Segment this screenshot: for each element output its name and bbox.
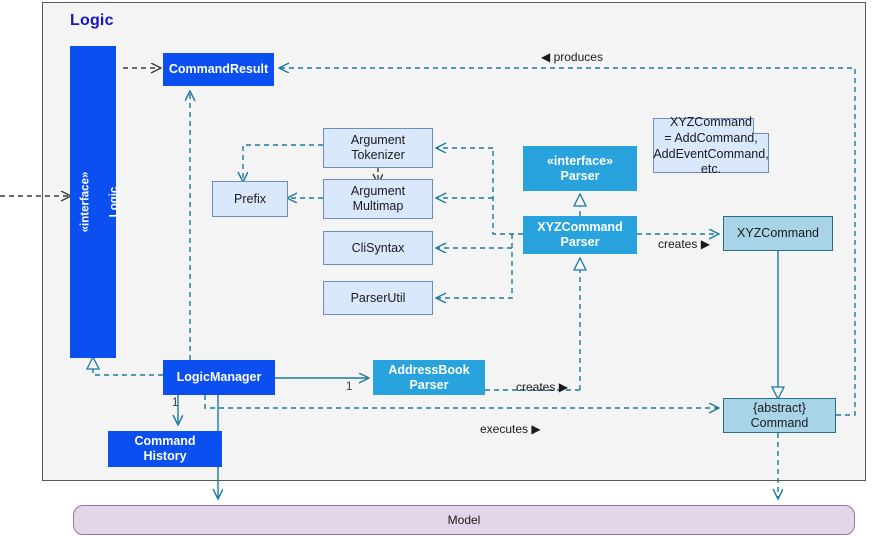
node-command-result-label: CommandResult — [168, 62, 269, 77]
node-xyz-command-parser-label: XYZCommand Parser — [537, 220, 623, 249]
node-model-label: Model — [447, 512, 481, 527]
node-command-history-label: Command History — [134, 434, 196, 463]
node-abstract-command-label: {abstract} Command — [750, 400, 809, 430]
edge-label-creates-xyz: creates ▶ — [658, 237, 710, 251]
node-command-history[interactable]: Command History — [108, 431, 222, 467]
node-cli-syntax-label: CliSyntax — [351, 240, 405, 255]
node-argument-tokenizer-label: Argument Tokenizer — [350, 133, 406, 162]
creates-parser-direction-icon: ▶ — [558, 380, 568, 394]
node-address-book-parser[interactable]: AddressBook Parser — [373, 360, 485, 395]
note-fold-icon — [753, 118, 769, 134]
note-xyz-command: XYZCommand = AddCommand, AddEventCommand… — [653, 115, 769, 176]
produces-direction-icon: ◀ — [541, 50, 551, 64]
creates-parser-text: creates — [516, 380, 556, 394]
node-logic-interface[interactable]: «interface» Logic — [70, 46, 120, 358]
node-logic-manager[interactable]: LogicManager — [163, 360, 275, 395]
creates-xyz-text: creates — [658, 237, 698, 251]
node-argument-multimap-label: Argument Multimap — [350, 184, 406, 213]
multiplicity-logic-manager-abp: 1 — [346, 381, 353, 393]
node-parser-util[interactable]: ParserUtil — [323, 281, 433, 315]
edge-label-produces: ◀ produces — [541, 50, 603, 64]
node-command-result[interactable]: CommandResult — [163, 53, 274, 86]
node-argument-tokenizer[interactable]: Argument Tokenizer — [323, 128, 433, 168]
node-address-book-parser-label: AddressBook Parser — [388, 362, 470, 392]
node-prefix[interactable]: Prefix — [212, 181, 288, 217]
logic-interface-name: Logic — [108, 186, 121, 218]
node-logic-manager-label: LogicManager — [176, 370, 262, 385]
multiplicity-logic-manager-history: 1 — [172, 397, 179, 409]
note-text: XYZCommand = AddCommand, AddEventCommand… — [653, 115, 769, 177]
executes-direction-icon: ▶ — [531, 422, 541, 436]
diagram-canvas: Logic «interface» Logic CommandResult Ar… — [0, 0, 874, 536]
node-xyz-command-parser[interactable]: XYZCommand Parser — [523, 216, 637, 254]
creates-xyz-direction-icon: ▶ — [700, 237, 710, 251]
node-model[interactable]: Model — [73, 505, 855, 535]
produces-text: produces — [553, 50, 603, 64]
logic-interface-stereotype: «interface» — [79, 171, 92, 233]
node-abstract-command[interactable]: {abstract} Command — [723, 398, 836, 433]
node-xyz-command-label: XYZCommand — [737, 226, 819, 241]
executes-text: executes — [480, 422, 529, 436]
node-xyz-command[interactable]: XYZCommand — [723, 216, 833, 251]
edge-label-executes: executes ▶ — [480, 422, 541, 436]
node-parser-util-label: ParserUtil — [350, 290, 406, 305]
node-cli-syntax[interactable]: CliSyntax — [323, 231, 433, 265]
node-parser-interface[interactable]: «interface» Parser — [523, 146, 637, 191]
logic-interface-label: «interface» Logic — [64, 172, 122, 233]
node-parser-interface-label: «interface» Parser — [546, 153, 613, 183]
node-argument-multimap[interactable]: Argument Multimap — [323, 179, 433, 219]
panel-title: Logic — [70, 12, 114, 29]
edge-label-creates-parser: creates ▶ — [516, 380, 568, 394]
node-prefix-label: Prefix — [234, 191, 266, 206]
